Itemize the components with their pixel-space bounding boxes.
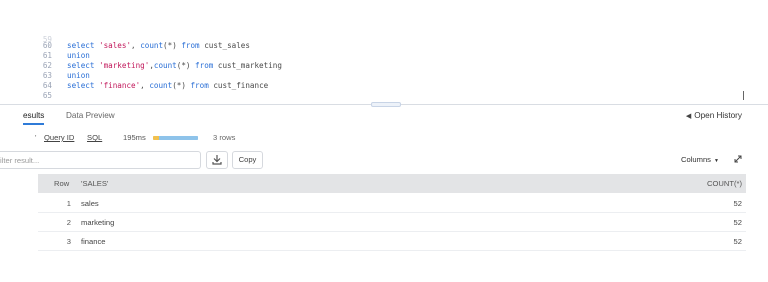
cell-sales: sales: [81, 199, 99, 208]
sql-token: (*): [176, 61, 196, 70]
code-text: union: [67, 71, 90, 81]
line-number: 64: [42, 81, 52, 90]
line-number: 60: [42, 41, 52, 50]
editor-scrollbar[interactable]: [743, 91, 744, 100]
sql-keyword: union: [67, 51, 90, 60]
columns-label: Columns: [681, 155, 711, 164]
sql-keyword: from: [181, 41, 200, 50]
cell-row-number: 1: [66, 199, 71, 208]
query-progress-bar: [153, 136, 198, 140]
expand-icon[interactable]: [733, 154, 743, 164]
cell-sales: marketing: [81, 218, 115, 227]
splitter-drag-handle[interactable]: [371, 102, 401, 107]
cell-sales: finance: [81, 237, 106, 246]
sql-link[interactable]: SQL: [87, 132, 102, 143]
sql-token: (*): [172, 81, 191, 90]
line-number: 65: [42, 91, 52, 100]
table-row[interactable]: 3 finance 52: [38, 232, 746, 251]
sql-token: ,: [131, 41, 141, 50]
columns-dropdown[interactable]: Columns ▼: [681, 155, 719, 164]
sql-keyword: count: [153, 61, 177, 70]
sql-token: cust_sales: [199, 41, 250, 50]
sql-string: 'finance': [99, 81, 141, 90]
caret-down-icon: ▼: [713, 158, 719, 164]
query-id-link[interactable]: Query ID: [44, 132, 74, 143]
filter-result-input[interactable]: ilter result...: [0, 151, 201, 169]
tab-results[interactable]: esults: [23, 109, 45, 125]
copy-button[interactable]: Copy: [232, 151, 263, 169]
cell-row-number: 2: [66, 218, 71, 227]
sql-keyword: select: [67, 81, 100, 90]
header-row[interactable]: Row: [54, 179, 69, 188]
sql-keyword: union: [67, 71, 90, 80]
sql-keyword: from: [195, 61, 214, 70]
results-table-header: Row 'SALES' COUNT(*): [38, 174, 746, 193]
sql-token: cust_marketing: [213, 61, 282, 70]
header-sales[interactable]: 'SALES': [81, 179, 108, 188]
table-row[interactable]: 1 sales 52: [38, 194, 746, 213]
filter-placeholder: ilter result...: [0, 156, 40, 165]
header-count[interactable]: COUNT(*): [707, 179, 742, 188]
download-icon: [212, 155, 222, 165]
query-duration: 195ms: [123, 133, 146, 142]
tab-data-preview[interactable]: Data Preview: [66, 109, 115, 123]
sql-keyword: count: [140, 41, 164, 50]
line-number: 63: [42, 71, 52, 80]
cell-count: 52: [733, 218, 742, 227]
sql-keyword: select: [67, 41, 100, 50]
download-button[interactable]: [206, 151, 228, 169]
cell-row-number: 3: [66, 237, 71, 246]
table-row[interactable]: 2 marketing 52: [38, 213, 746, 232]
info-mark: ': [35, 133, 37, 142]
sql-string: 'marketing': [99, 61, 150, 70]
code-text: union: [67, 51, 90, 61]
sql-token: cust_finance: [208, 81, 269, 90]
sql-token: (*): [163, 41, 182, 50]
line-number: 62: [42, 61, 52, 70]
cell-count: 52: [733, 237, 742, 246]
sql-token: ,: [140, 81, 150, 90]
code-text: select 'marketing',count(*) from cust_ma…: [67, 61, 282, 71]
code-text: select 'sales', count(*) from cust_sales: [67, 41, 250, 51]
sql-editor[interactable]: 59 60 select 'sales', count(*) from cust_…: [0, 31, 768, 105]
progress-execute-segment: [159, 136, 198, 140]
sql-keyword: count: [149, 81, 173, 90]
open-history-label: Open History: [694, 111, 742, 120]
arrow-left-icon: ◀: [685, 113, 692, 120]
row-count: 3 rows: [213, 133, 236, 142]
sql-keyword: select: [67, 61, 100, 70]
sql-string: 'sales': [99, 41, 132, 50]
query-info-row: ' Query ID SQL 195ms 3 rows: [0, 132, 768, 144]
results-tab-bar: esults Data Preview ◀ Open History: [0, 109, 768, 125]
cell-count: 52: [733, 199, 742, 208]
code-text: select 'finance', count(*) from cust_fin…: [67, 81, 268, 91]
line-number: 61: [42, 51, 52, 60]
open-history-button[interactable]: ◀ Open History: [686, 109, 742, 124]
code-line-clipped: 59: [0, 31, 52, 44]
sql-keyword: from: [190, 81, 209, 90]
